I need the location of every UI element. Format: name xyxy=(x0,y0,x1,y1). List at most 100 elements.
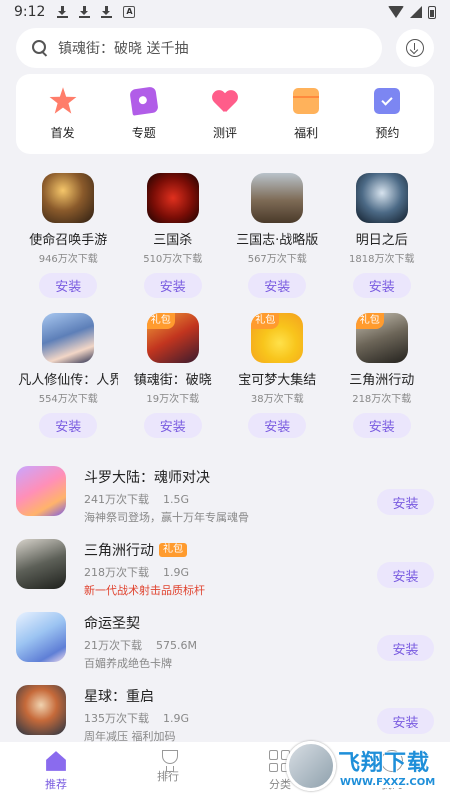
game-downloads: 1818万次下载 xyxy=(349,254,415,266)
download-notification-icon xyxy=(79,6,91,18)
life-after-icon[interactable] xyxy=(355,173,408,223)
gift-icon xyxy=(293,88,320,114)
home-icon xyxy=(46,751,66,771)
watermark-url: WWW.FXXZ.COM xyxy=(338,776,438,788)
status-time: 9:12 xyxy=(14,4,46,20)
list-item[interactable]: 三角洲行动 礼包 218万次下载 1.9G 新一代战术射击品质标杆 安装 xyxy=(16,531,434,604)
call-of-duty-icon[interactable] xyxy=(42,173,95,223)
status-bar: 9:12 A xyxy=(0,0,450,24)
douluo-icon[interactable] xyxy=(16,466,66,516)
game-downloads: 19万次下载 xyxy=(146,394,200,406)
list-downloads: 241万次下载 xyxy=(84,493,149,506)
signal-icon xyxy=(410,6,422,18)
grid-game-item[interactable]: 三国杀 510万次下载 安装 xyxy=(121,168,226,298)
install-button[interactable]: 安装 xyxy=(377,708,434,734)
planet-reboot-icon[interactable] xyxy=(16,685,66,735)
list-title-row: 三角洲行动 礼包 xyxy=(84,540,205,560)
quick-nav-first-release[interactable]: 首发 xyxy=(28,87,98,154)
list-title: 命运圣契 xyxy=(84,616,140,632)
install-button[interactable]: 安装 xyxy=(352,413,411,438)
install-button[interactable]: 安装 xyxy=(352,273,411,298)
install-button[interactable]: 安装 xyxy=(377,562,434,588)
list-info: 星球：重启 135万次下载 1.9G 周年减压 福利加码 xyxy=(84,686,189,744)
install-button[interactable]: 安装 xyxy=(377,635,434,661)
calendar-icon xyxy=(374,88,401,114)
list-meta: 135万次下载 1.9G xyxy=(84,710,189,726)
download-notification-icon xyxy=(101,6,113,18)
mortal-cultivation-icon[interactable] xyxy=(42,313,95,363)
search-placeholder: 镇魂街：破晓 送千抽 xyxy=(58,41,189,57)
install-button[interactable]: 安装 xyxy=(248,273,307,298)
list-title: 三角洲行动 xyxy=(84,543,154,559)
download-notification-icon xyxy=(57,6,69,18)
watermark-logo-icon xyxy=(286,741,336,791)
game-name: 三国志·战略版 xyxy=(236,232,319,248)
grid-game-item[interactable]: 礼包 三角洲行动 218万次下载 安装 xyxy=(330,308,435,438)
delta-force-icon[interactable]: 礼包 xyxy=(355,313,408,363)
list-description: 新一代战术射击品质标杆 xyxy=(84,584,205,597)
fate-contract-icon[interactable] xyxy=(16,612,66,662)
game-name: 宝可梦大集结 xyxy=(238,372,317,388)
trophy-icon xyxy=(161,750,178,772)
list-info: 斗罗大陆：魂师对决 241万次下载 1.5G 海神祭司登场，赢十万年专属魂骨 xyxy=(84,467,249,525)
quick-nav-reservation[interactable]: 预约 xyxy=(352,88,422,154)
three-kingdoms-strategy-icon[interactable] xyxy=(251,173,304,223)
grid-game-item[interactable]: 礼包 宝可梦大集结 38万次下载 安装 xyxy=(225,308,330,438)
delta-force-list-icon[interactable] xyxy=(16,539,66,589)
pokemon-unite-icon[interactable]: 礼包 xyxy=(251,313,304,363)
list-downloads: 218万次下载 xyxy=(84,566,149,579)
list-item[interactable]: 斗罗大陆：魂师对决 241万次下载 1.5G 海神祭司登场，赢十万年专属魂骨 安装 xyxy=(16,458,434,531)
install-button[interactable]: 安装 xyxy=(39,273,98,298)
install-button[interactable]: 安装 xyxy=(143,413,202,438)
search-input[interactable]: 镇魂街：破晓 送千抽 xyxy=(16,28,382,68)
gift-badge: 礼包 xyxy=(146,313,175,329)
tab-recommend[interactable]: 推荐 xyxy=(0,742,112,800)
list-downloads: 21万次下载 xyxy=(84,639,142,652)
grid-game-item[interactable]: 使命召唤手游 946万次下载 安装 xyxy=(16,168,121,298)
game-name: 使命召唤手游 xyxy=(29,232,108,248)
list-title-row: 命运圣契 xyxy=(84,613,197,633)
game-downloads: 554万次下载 xyxy=(38,394,98,406)
wifi-icon xyxy=(388,6,404,18)
search-row: 镇魂街：破晓 送千抽 xyxy=(16,28,434,68)
search-icon xyxy=(32,40,48,56)
tab-ranking[interactable]: 排行 xyxy=(112,742,224,800)
list-size: 1.9G xyxy=(163,712,190,725)
install-button[interactable]: 安装 xyxy=(143,273,202,298)
quick-nav-label: 专题 xyxy=(131,126,156,140)
install-button[interactable]: 安装 xyxy=(377,489,434,515)
star-icon xyxy=(49,87,77,114)
install-button[interactable]: 安装 xyxy=(39,413,98,438)
game-downloads: 946万次下载 xyxy=(38,254,98,266)
list-size: 1.9G xyxy=(163,566,190,579)
sanguosha-icon[interactable] xyxy=(146,173,199,223)
tab-label: 推荐 xyxy=(45,778,67,791)
watermark-name: 飞翔下载 xyxy=(338,750,431,776)
status-indicators xyxy=(388,5,436,19)
list-item[interactable]: 命运圣契 21万次下载 575.6M 百媚养成绝色卡牌 安装 xyxy=(16,604,434,677)
list-meta: 218万次下载 1.9G xyxy=(84,564,205,580)
list-info: 三角洲行动 礼包 218万次下载 1.9G 新一代战术射击品质标杆 xyxy=(84,540,205,598)
grid-game-item[interactable]: 三国志·战略版 567万次下载 安装 xyxy=(225,168,330,298)
list-size: 1.5G xyxy=(163,493,190,506)
list-title-row: 斗罗大陆：魂师对决 xyxy=(84,467,249,487)
game-name: 凡人修仙传：人界篇 xyxy=(18,372,119,388)
list-downloads: 135万次下载 xyxy=(84,712,149,725)
download-manager-button[interactable] xyxy=(396,29,434,67)
quick-nav-topics[interactable]: 专题 xyxy=(109,86,179,154)
quick-nav-welfare[interactable]: 福利 xyxy=(271,88,341,154)
watermark: 飞翔下载 WWW.FXXZ.COM xyxy=(286,737,446,795)
list-title-row: 星球：重启 xyxy=(84,686,189,706)
game-name: 镇魂街：破晓 xyxy=(133,372,212,388)
grid-game-item[interactable]: 明日之后 1818万次下载 安装 xyxy=(330,168,435,298)
zhenhunjie-icon[interactable]: 礼包 xyxy=(146,313,199,363)
grid-game-item[interactable]: 礼包 镇魂街：破晓 19万次下载 安装 xyxy=(121,308,226,438)
game-name: 三角洲行动 xyxy=(349,372,415,388)
grid-game-item[interactable]: 凡人修仙传：人界篇 554万次下载 安装 xyxy=(16,308,121,438)
gift-tag: 礼包 xyxy=(159,543,187,557)
quick-nav-label: 测评 xyxy=(212,126,237,140)
quick-nav-label: 预约 xyxy=(375,126,400,140)
quick-nav-reviews[interactable]: 测评 xyxy=(190,88,260,154)
install-button[interactable]: 安装 xyxy=(248,413,307,438)
download-icon xyxy=(406,39,424,57)
